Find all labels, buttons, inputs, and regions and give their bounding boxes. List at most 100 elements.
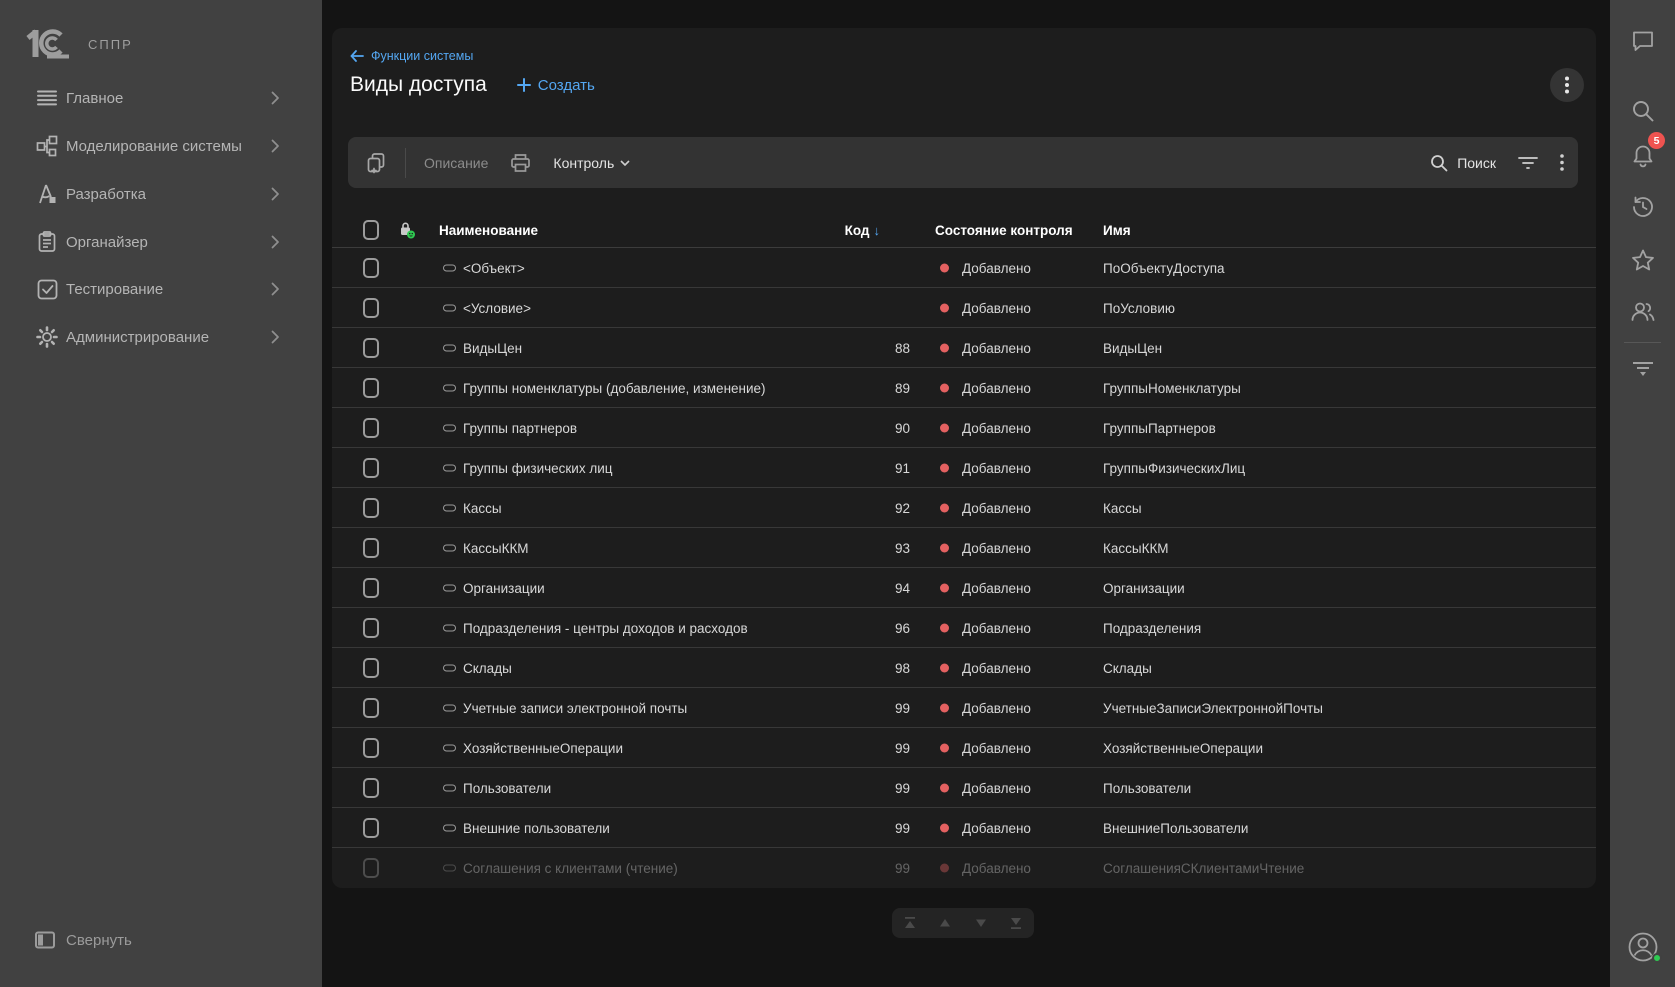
row-name: <Условие> (463, 288, 531, 328)
table-row[interactable]: КассыККМ 93 Добавлено КассыККМ (332, 528, 1596, 568)
print-button[interactable] (510, 153, 531, 173)
table-row[interactable]: Кассы 92 Добавлено Кассы (332, 488, 1596, 528)
online-status-dot (1652, 953, 1662, 963)
toolbar-kebab-button[interactable] (1560, 154, 1564, 171)
table-row[interactable]: ХозяйственныеОперации 99 Добавлено Хозяй… (332, 728, 1596, 768)
row-name: Внешние пользователи (463, 808, 610, 848)
row-checkbox[interactable] (363, 538, 379, 558)
column-header-status[interactable]: Состояние контроля (935, 213, 1073, 248)
global-search-button[interactable] (1631, 100, 1654, 123)
table-header: Наименование Код ↓ Состояние контроля Им… (332, 213, 1596, 248)
more-actions-button[interactable] (1550, 68, 1584, 102)
column-header-internal-name[interactable]: Имя (1103, 213, 1131, 248)
row-name: Подразделения - центры доходов и расходо… (463, 608, 748, 648)
table-row[interactable]: Группы партнеров 90 Добавлено ГруппыПарт… (332, 408, 1596, 448)
row-checkbox[interactable] (363, 258, 379, 278)
row-checkbox[interactable] (363, 298, 379, 318)
row-status: Добавлено (962, 768, 1031, 808)
status-dot (940, 303, 949, 312)
row-checkbox[interactable] (363, 338, 379, 358)
row-checkbox[interactable] (363, 738, 379, 758)
go-first-button[interactable] (895, 911, 925, 935)
description-button[interactable]: Описание (424, 155, 488, 171)
column-header-code[interactable]: Код ↓ (802, 213, 880, 248)
notifications-button[interactable] (1631, 144, 1654, 168)
search-icon (1631, 100, 1654, 123)
status-dot (940, 503, 949, 512)
row-checkbox[interactable] (363, 498, 379, 518)
table-row[interactable]: Организации 94 Добавлено Организации (332, 568, 1596, 608)
sidebar-item-3[interactable]: Разработка (0, 174, 322, 214)
row-internal-name: ПоОбъектуДоступа (1103, 248, 1225, 288)
control-dropdown[interactable]: Контроль (553, 155, 630, 171)
row-checkbox[interactable] (363, 378, 379, 398)
row-checkbox[interactable] (363, 418, 379, 438)
status-dot (940, 743, 949, 752)
favorites-button[interactable] (1631, 249, 1655, 272)
row-internal-name: ГруппыФизическихЛиц (1103, 448, 1245, 488)
row-status: Добавлено (962, 368, 1031, 408)
row-checkbox[interactable] (363, 618, 379, 638)
column-header-name[interactable]: Наименование (439, 213, 538, 248)
chevron-down-icon (620, 160, 630, 166)
sidebar-item-5[interactable]: Тестирование (0, 269, 322, 309)
status-dot (940, 423, 949, 432)
row-checkbox[interactable] (363, 698, 379, 718)
page-up-button[interactable] (930, 911, 960, 935)
sidebar-divider (1624, 342, 1661, 343)
filter-button[interactable] (1518, 156, 1538, 170)
row-name: ХозяйственныеОперации (463, 728, 623, 768)
history-button[interactable] (1631, 195, 1655, 219)
collapse-label: Свернуть (66, 932, 132, 949)
page-down-button[interactable] (966, 911, 996, 935)
row-name: Пользователи (463, 768, 551, 808)
table-row[interactable]: Внешние пользователи 99 Добавлено Внешни… (332, 808, 1596, 848)
app-window: СППР Главное Моделирование системы Разра… (0, 0, 1675, 987)
chevron-right-icon (266, 185, 284, 203)
status-dot (940, 463, 949, 472)
select-all-checkbox[interactable] (363, 220, 379, 240)
row-checkbox[interactable] (363, 578, 379, 598)
sidebar-item-2[interactable]: Моделирование системы (0, 126, 322, 166)
chevron-right-icon (266, 280, 284, 298)
collapse-sidebar-button[interactable]: Свернуть (0, 920, 322, 960)
kebab-icon (1565, 76, 1569, 94)
status-dot (940, 543, 949, 552)
search-button[interactable]: Поиск (1430, 154, 1496, 172)
catalog-item-icon (443, 344, 456, 351)
table-row[interactable]: Учетные записи электронной почты 99 Доба… (332, 688, 1596, 728)
table-row[interactable]: Подразделения - центры доходов и расходо… (332, 608, 1596, 648)
sidebar-item-1[interactable]: Главное (0, 78, 322, 118)
discussions-button[interactable] (1631, 30, 1655, 52)
content-card: Функции системы Виды доступа Создать (332, 28, 1596, 888)
lock-access-icon (399, 213, 416, 248)
create-button[interactable]: Создать (517, 77, 595, 94)
search-icon (1430, 154, 1448, 172)
page-title: Виды доступа (350, 73, 487, 97)
table-row[interactable]: ВидыЦен 88 Добавлено ВидыЦен (332, 328, 1596, 368)
panel-settings-button[interactable] (1632, 361, 1654, 377)
row-checkbox[interactable] (363, 458, 379, 478)
sidebar-item-4[interactable]: Органайзер (0, 222, 322, 262)
copy-button[interactable] (366, 152, 387, 174)
row-checkbox[interactable] (363, 778, 379, 798)
catalog-item-icon (443, 865, 456, 872)
row-checkbox[interactable] (363, 818, 379, 838)
catalog-item-icon (443, 824, 456, 831)
table-row[interactable]: <Объект> Добавлено ПоОбъектуДоступа (332, 248, 1596, 288)
catalog-item-icon (443, 704, 456, 711)
row-checkbox[interactable] (363, 658, 379, 678)
sidebar-item-6[interactable]: Администрирование (0, 317, 322, 357)
users-button[interactable] (1630, 300, 1656, 322)
go-last-button[interactable] (1001, 911, 1031, 935)
table-row[interactable]: Пользователи 99 Добавлено Пользователи (332, 768, 1596, 808)
row-name: КассыККМ (463, 528, 529, 568)
table-row[interactable]: Склады 98 Добавлено Склады (332, 648, 1596, 688)
table-row[interactable]: Соглашения с клиентами (чтение) 99 Добав… (332, 848, 1596, 888)
row-checkbox[interactable] (363, 858, 379, 878)
breadcrumb[interactable]: Функции системы (350, 48, 473, 64)
catalog-item-icon (443, 784, 456, 791)
table-row[interactable]: <Условие> Добавлено ПоУсловию (332, 288, 1596, 328)
table-row[interactable]: Группы физических лиц 91 Добавлено Групп… (332, 448, 1596, 488)
table-row[interactable]: Группы номенклатуры (добавление, изменен… (332, 368, 1596, 408)
